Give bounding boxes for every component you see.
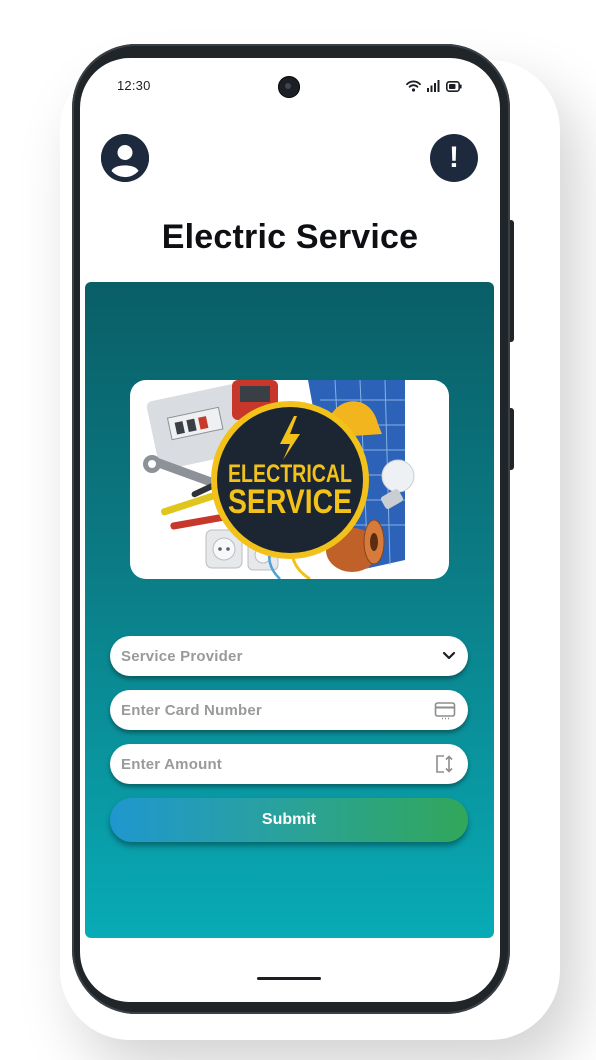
banner-line2: SERVICE xyxy=(228,483,352,521)
lightning-badge: ELECTRICAL SERVICE xyxy=(211,401,369,559)
battery-icon xyxy=(446,80,462,92)
card-number-input[interactable]: Enter Card Number xyxy=(110,690,468,730)
amount-placeholder: Enter Amount xyxy=(121,755,223,773)
signal-icon xyxy=(427,80,440,92)
service-panel: ELECTRICAL SERVICE Service Provider Ente… xyxy=(85,282,494,938)
user-circle-icon xyxy=(101,134,149,182)
electrical-service-banner: ELECTRICAL SERVICE xyxy=(130,380,449,579)
home-indicator[interactable] xyxy=(257,977,321,980)
wifi-icon xyxy=(406,80,421,92)
front-camera xyxy=(278,76,300,98)
banner-illustration: ELECTRICAL SERVICE xyxy=(143,380,415,579)
amount-input[interactable]: Enter Amount xyxy=(110,744,468,784)
status-time: 12:30 xyxy=(117,78,151,93)
info-alert-button[interactable]: ! xyxy=(430,134,478,182)
card-number-placeholder: Enter Card Number xyxy=(121,701,262,719)
credit-card-icon xyxy=(434,702,456,720)
exclamation-icon: ! xyxy=(449,141,459,174)
page-title: Electric Service xyxy=(161,218,419,256)
profile-button[interactable] xyxy=(101,134,149,182)
amount-transfer-icon xyxy=(436,755,453,773)
submit-button[interactable]: Submit xyxy=(110,798,468,842)
service-provider-select[interactable]: Service Provider xyxy=(110,636,468,676)
chevron-down-icon xyxy=(442,651,456,660)
status-icons xyxy=(406,80,462,92)
app-screen: 12:30 ! Electric Service ELECTRICAL SERV… xyxy=(80,58,500,1002)
service-provider-placeholder: Service Provider xyxy=(121,647,243,665)
